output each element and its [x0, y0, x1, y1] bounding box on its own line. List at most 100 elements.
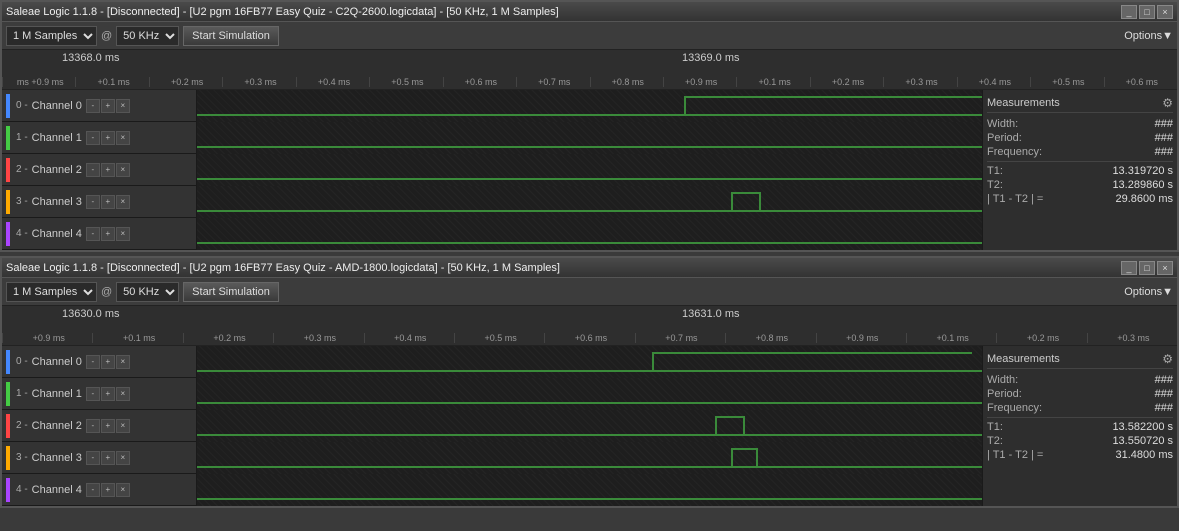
period-value-1: ###: [1155, 132, 1173, 144]
measurements-header-1: Measurements ⚙: [987, 94, 1173, 113]
titlebar-controls-1: _ □ ×: [1121, 5, 1173, 19]
ch1-plus-1[interactable]: +: [101, 131, 115, 145]
ch1-minus-2[interactable]: -: [86, 387, 100, 401]
channel-label-3-1: 3 - Channel 3 - + ×: [2, 186, 197, 217]
ch2-controls-2: - + ×: [86, 419, 130, 433]
ch3-x-1[interactable]: ×: [116, 195, 130, 209]
ch3-minus-2[interactable]: -: [86, 451, 100, 465]
ch2-minus-2[interactable]: -: [86, 419, 100, 433]
at-label-1: @: [101, 30, 112, 42]
ch1-x-2[interactable]: ×: [116, 387, 130, 401]
measurements-header-2: Measurements ⚙: [987, 350, 1173, 369]
options-button-1[interactable]: Options▼: [1124, 30, 1173, 42]
ch1-x-1[interactable]: ×: [116, 131, 130, 145]
ch1-plus-2[interactable]: +: [101, 387, 115, 401]
ch3-minus-1[interactable]: -: [86, 195, 100, 209]
options-button-2[interactable]: Options▼: [1124, 286, 1173, 298]
samples-select-1[interactable]: 1 M Samples: [6, 26, 97, 46]
ch0-x-1[interactable]: ×: [116, 99, 130, 113]
freq-select-2[interactable]: 50 KHz: [116, 282, 179, 302]
window-2: Saleae Logic 1.1.8 - [Disconnected] - [U…: [0, 256, 1179, 508]
channel-row-1-2: 1 - Channel 1 - + ×: [2, 378, 982, 410]
ch3-controls-2: - + ×: [86, 451, 130, 465]
ch4-controls-1: - + ×: [86, 227, 130, 241]
ch4-plus-2[interactable]: +: [101, 483, 115, 497]
ch2-plus-1[interactable]: +: [101, 163, 115, 177]
freq-value-2: ###: [1155, 402, 1173, 414]
channels-area-1: 0 - Channel 0 - + ×: [2, 90, 1177, 250]
ch0-color-bar-1: [6, 94, 10, 118]
ch4-minus-1[interactable]: -: [86, 227, 100, 241]
gear-icon-1[interactable]: ⚙: [1162, 96, 1173, 110]
ch0-controls-2: - + ×: [86, 355, 130, 369]
close-button-1[interactable]: ×: [1157, 5, 1173, 19]
minimize-button-1[interactable]: _: [1121, 5, 1137, 19]
ch0-controls-1: - + ×: [86, 99, 130, 113]
t1-label-1: T1:: [987, 165, 1003, 177]
ch1-minus-1[interactable]: -: [86, 131, 100, 145]
signal-low-2-2: [197, 434, 982, 436]
ch0-plus-2[interactable]: +: [101, 355, 115, 369]
signal-area-0-2: [197, 346, 982, 378]
maximize-button-1[interactable]: □: [1139, 5, 1155, 19]
channel-row-3-1: 3 - Channel 3 - + ×: [2, 186, 982, 218]
ch2-color-bar-2: [6, 414, 10, 438]
ch0-plus-1[interactable]: +: [101, 99, 115, 113]
t2-label-1: T2:: [987, 179, 1003, 191]
period-value-2: ###: [1155, 388, 1173, 400]
ch4-plus-1[interactable]: +: [101, 227, 115, 241]
diff-label-2: | T1 - T2 | =: [987, 449, 1043, 461]
samples-select-2[interactable]: 1 M Samples: [6, 282, 97, 302]
channels-list-1: 0 - Channel 0 - + ×: [2, 90, 982, 250]
channel-row-4-2: 4 - Channel 4 - + ×: [2, 474, 982, 506]
measurements-panel-1: Measurements ⚙ Width: ### Period: ### Fr…: [982, 90, 1177, 250]
ch4-minus-2[interactable]: -: [86, 483, 100, 497]
t1-value-1: 13.319720 s: [1112, 165, 1173, 177]
divider-2: [987, 417, 1173, 418]
measurements-title-2: Measurements: [987, 353, 1060, 365]
minimize-button-2[interactable]: _: [1121, 261, 1137, 275]
ch4-x-1[interactable]: ×: [116, 227, 130, 241]
ch4-controls-2: - + ×: [86, 483, 130, 497]
time-left-1: 13368.0 ms: [62, 52, 119, 64]
toolbar-2: 1 M Samples @ 50 KHz Start Simulation Op…: [2, 278, 1177, 306]
signal-low-3-1: [197, 210, 982, 212]
signal-pulse-0-1: [684, 96, 686, 116]
ch3-plus-2[interactable]: +: [101, 451, 115, 465]
close-button-2[interactable]: ×: [1157, 261, 1173, 275]
ch0-x-2[interactable]: ×: [116, 355, 130, 369]
channel-row-2-1: 2 - Channel 2 - + ×: [2, 154, 982, 186]
channel-row-2-2: 2 - Channel 2 - + ×: [2, 410, 982, 442]
ch3-x-2[interactable]: ×: [116, 451, 130, 465]
at-label-2: @: [101, 286, 112, 298]
start-simulation-button-1[interactable]: Start Simulation: [183, 26, 279, 46]
timeline-header-2: 13630.0 ms 13631.0 ms +0.9 ms +0.1 ms +0…: [2, 306, 1177, 346]
channel-row-1-1: 1 - Channel 1 - + ×: [2, 122, 982, 154]
signal-area-4-2: [197, 474, 982, 506]
t1-label-2: T1:: [987, 421, 1003, 433]
ch2-x-2[interactable]: ×: [116, 419, 130, 433]
time-right-2: 13631.0 ms: [682, 308, 739, 320]
channel-label-0-2: 0 - Channel 0 - + ×: [2, 346, 197, 377]
channel-row-0-1: 0 - Channel 0 - + ×: [2, 90, 982, 122]
freq-select-1[interactable]: 50 KHz: [116, 26, 179, 46]
ch2-x-1[interactable]: ×: [116, 163, 130, 177]
ch4-color-bar-1: [6, 222, 10, 246]
ch4-x-2[interactable]: ×: [116, 483, 130, 497]
maximize-button-2[interactable]: □: [1139, 261, 1155, 275]
channel-label-3-2: 3 - Channel 3 - + ×: [2, 442, 197, 473]
ch1-color-bar-1: [6, 126, 10, 150]
t2-value-2: 13.550720 s: [1112, 435, 1173, 447]
ch2-plus-2[interactable]: +: [101, 419, 115, 433]
diff-value-2: 31.4800 ms: [1116, 449, 1173, 461]
ch1-color-bar-2: [6, 382, 10, 406]
ch2-minus-1[interactable]: -: [86, 163, 100, 177]
ch3-plus-1[interactable]: +: [101, 195, 115, 209]
ch0-minus-1[interactable]: -: [86, 99, 100, 113]
measurements-panel-2: Measurements ⚙ Width: ### Period: ### Fr…: [982, 346, 1177, 506]
gear-icon-2[interactable]: ⚙: [1162, 352, 1173, 366]
ch0-minus-2[interactable]: -: [86, 355, 100, 369]
toolbar-1: 1 M Samples @ 50 KHz Start Simulation Op…: [2, 22, 1177, 50]
start-simulation-button-2[interactable]: Start Simulation: [183, 282, 279, 302]
ch1-controls-1: - + ×: [86, 131, 130, 145]
